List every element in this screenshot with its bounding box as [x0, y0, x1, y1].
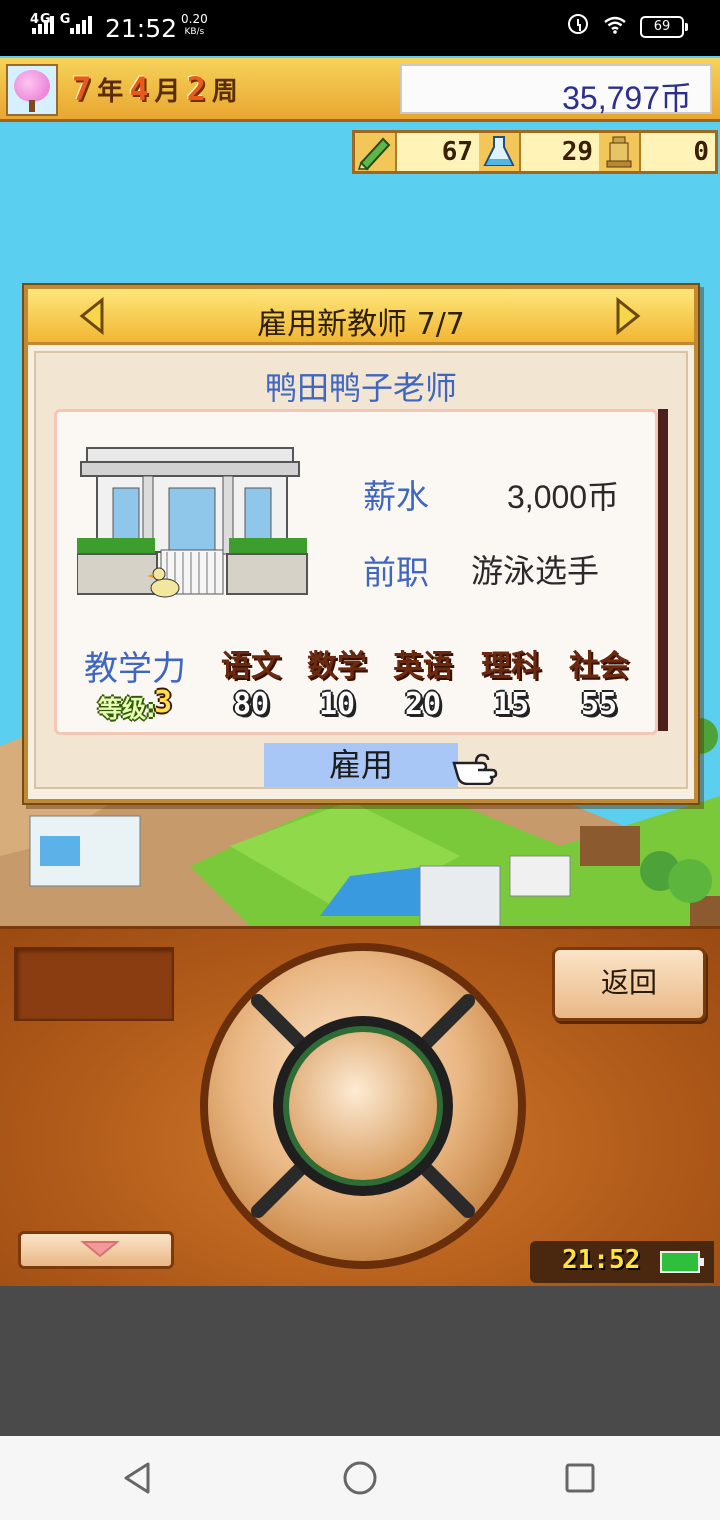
flask-count: 29 — [521, 133, 599, 171]
level-value: 3 — [154, 685, 173, 720]
battery-icon: 69 — [640, 16, 688, 38]
former-job-label: 前职 — [363, 553, 429, 592]
clock-time: 21:52 — [562, 1245, 641, 1275]
alarm-icon — [568, 14, 588, 34]
back-button[interactable]: 返回 — [552, 947, 706, 1021]
salary-label: 薪水 — [363, 477, 429, 516]
trophy-icon — [599, 133, 641, 171]
week-value: 2 — [186, 70, 206, 108]
recents-nav-icon[interactable] — [560, 1458, 600, 1498]
resource-bar: 67 29 0 — [352, 130, 718, 174]
money-value: 35,797币 — [562, 80, 692, 116]
subject-english: 英语 — [393, 649, 453, 684]
money-display: 35,797币 — [400, 64, 712, 116]
subject-social: 社会 — [569, 649, 629, 684]
battery-level-icon — [660, 1251, 704, 1273]
teaching-power-label: 教学力 — [84, 649, 186, 689]
dialog-title: 雇用新教师 7/7 — [257, 307, 465, 342]
info-slot — [14, 947, 174, 1021]
flask-icon — [479, 133, 521, 171]
pencil-count: 67 — [397, 133, 479, 171]
controller-panel: 返回 21:52 — [0, 926, 720, 1286]
directional-pad[interactable] — [198, 941, 528, 1271]
building-illustration — [77, 447, 308, 598]
dialog-header: 雇用新教师 7/7 — [28, 289, 694, 345]
trophy-count: 0 — [641, 133, 715, 171]
wifi-icon — [604, 16, 626, 34]
resource-pencil: 67 — [355, 133, 479, 171]
level-label: 等级: — [98, 695, 156, 723]
pointing-hand-icon — [452, 753, 498, 785]
cherry-tree-icon[interactable] — [6, 64, 58, 116]
former-job-value: 游泳选手 — [471, 552, 600, 590]
pencil-icon — [355, 133, 397, 171]
down-button[interactable] — [18, 1231, 174, 1269]
score-chinese: 80 — [232, 687, 270, 722]
resource-flask: 29 — [479, 133, 599, 171]
game-date: 7 年 4 月 2 周 — [72, 70, 238, 108]
hire-button[interactable]: 雇用 — [264, 743, 458, 787]
score-science: 15 — [492, 687, 530, 722]
scrollbar[interactable] — [658, 409, 668, 731]
status-time: 21:52 — [105, 14, 178, 43]
score-math: 10 — [318, 687, 356, 722]
next-arrow-icon[interactable] — [612, 297, 642, 335]
top-bar: 7 年 4 月 2 周 35,797币 — [0, 58, 720, 122]
year-value: 7 — [72, 70, 92, 108]
salary-value: 3,000币 — [507, 479, 620, 515]
subject-science: 理科 — [481, 649, 541, 684]
teacher-name: 鸭田鸭子老师 — [264, 369, 457, 407]
signal-icon — [32, 16, 54, 34]
year-label: 年 — [97, 77, 124, 107]
week-label: 周 — [211, 77, 238, 107]
hire-teacher-dialog: 雇用新教师 7/7 鸭田鸭子老师 薪水 3,000币 前职 游泳选手 教学力 等… — [24, 285, 698, 803]
system-nav-bar — [0, 1436, 720, 1520]
month-value: 4 — [129, 70, 149, 108]
month-label: 月 — [154, 77, 181, 107]
home-nav-icon[interactable] — [340, 1458, 380, 1498]
down-arrow-icon — [80, 1241, 120, 1258]
signal-icon-2 — [70, 16, 92, 34]
subject-chinese: 语文 — [221, 649, 281, 684]
subject-math: 数学 — [307, 649, 367, 684]
score-english: 20 — [404, 687, 442, 722]
resource-trophy: 0 — [599, 133, 715, 171]
game-clock: 21:52 — [530, 1241, 714, 1283]
score-social: 55 — [580, 687, 618, 722]
back-nav-icon[interactable] — [118, 1458, 158, 1498]
network-speed: 0.20 KB/s — [181, 12, 208, 38]
game-area[interactable]: 7 年 4 月 2 周 35,797币 67 29 0 雇用新教师 7/7 鸭田… — [0, 56, 720, 926]
status-bar: 4G G 21:52 0.20 KB/s 69 — [0, 0, 720, 56]
